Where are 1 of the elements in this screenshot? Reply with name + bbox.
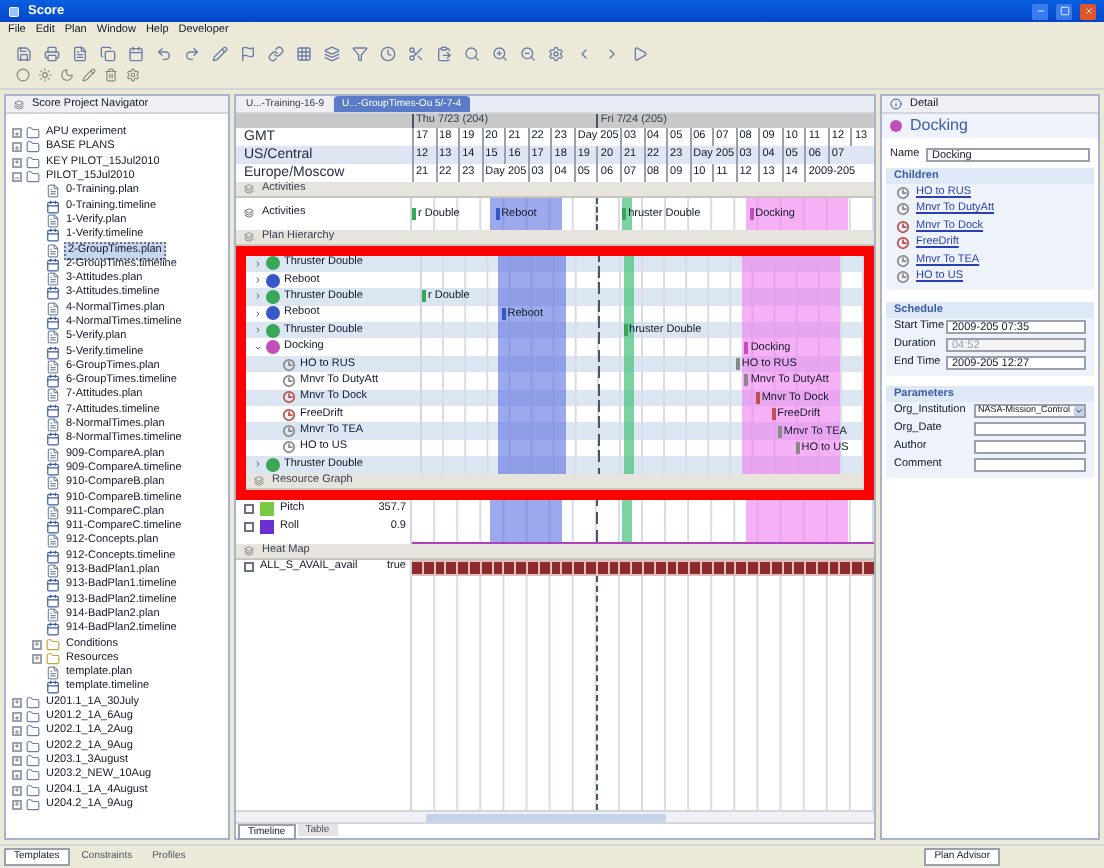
- detail-title: Docking: [910, 116, 968, 136]
